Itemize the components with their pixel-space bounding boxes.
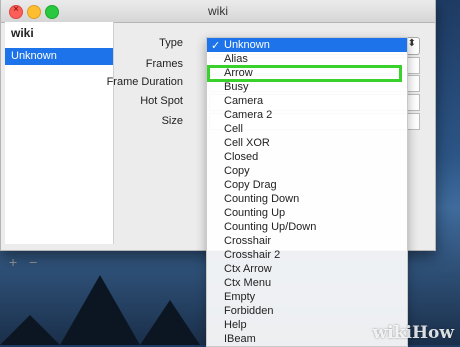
menu-item-label: Forbidden [224, 305, 274, 317]
hot-spot-label: Hot Spot [140, 95, 183, 107]
menu-item-label: Alias [224, 53, 248, 65]
add-button[interactable]: + [9, 254, 17, 270]
menu-item-camera-2[interactable]: Camera 2 [207, 108, 407, 122]
menu-item-unknown[interactable]: ✓ Unknown [207, 38, 407, 52]
menu-item-label: Cell [224, 123, 243, 135]
menu-item-label: Crosshair [224, 235, 272, 247]
menu-item-busy[interactable]: Busy [207, 80, 407, 94]
menu-item-copy[interactable]: Copy [207, 164, 407, 178]
window-title: wiki [208, 4, 228, 18]
menu-item-label: Empty [224, 291, 256, 303]
menu-item-label: Ctx Menu [224, 277, 272, 289]
menu-item-alias[interactable]: Alias [207, 52, 407, 66]
sidebar-footer: + − [9, 254, 45, 270]
menu-item-ctx-menu[interactable]: Ctx Menu [207, 276, 407, 290]
background-tree [140, 300, 200, 345]
menu-item-label: Cell XOR [224, 137, 270, 149]
menu-item-counting-up[interactable]: Counting Up [207, 206, 407, 220]
type-label: Type [159, 37, 183, 49]
menu-item-label: Ctx Arrow [224, 263, 272, 275]
menu-item-label: Busy [224, 81, 249, 93]
remove-button[interactable]: − [29, 254, 37, 270]
menu-item-label: Closed [224, 151, 259, 163]
arrow-highlight-box [207, 65, 402, 82]
frames-label: Frames [145, 58, 183, 70]
menu-item-label: Copy [224, 165, 250, 177]
menu-item-label: Unknown [224, 39, 270, 51]
menu-item-camera[interactable]: Camera [207, 94, 407, 108]
menu-item-label: Camera [224, 95, 264, 107]
menu-item-crosshair-2[interactable]: Crosshair 2 [207, 248, 407, 262]
sidebar-header: wiki [11, 26, 34, 40]
menu-item-crosshair[interactable]: Crosshair [207, 234, 407, 248]
menu-item-closed[interactable]: Closed [207, 150, 407, 164]
menu-item-label: Crosshair 2 [224, 249, 281, 261]
menu-item-label: Counting Up [224, 207, 286, 219]
wikihow-watermark: wikiHow [372, 323, 454, 343]
sidebar-item-label: Unknown [11, 50, 57, 62]
chevron-updown-icon: ⬍ [407, 38, 416, 49]
checkmark-icon: ✓ [211, 40, 221, 52]
size-label: Size [161, 115, 183, 127]
menu-item-label: Camera 2 [224, 109, 273, 121]
menu-item-label: Help [224, 319, 247, 331]
menu-item-empty[interactable]: Empty [207, 290, 407, 304]
type-dropdown-menu: ✓ Unknown Alias Arrow Busy Camera Camera… [206, 37, 408, 347]
menu-item-label: IBeam [224, 333, 256, 345]
sidebar-item-unknown[interactable]: Unknown [5, 48, 113, 65]
menu-item-cell[interactable]: Cell [207, 122, 407, 136]
menu-item-forbidden[interactable]: Forbidden [207, 304, 407, 318]
frame-duration-label: Frame Duration [106, 76, 183, 88]
menu-item-counting-down[interactable]: Counting Down [207, 192, 407, 206]
menu-item-label: Counting Down [224, 193, 300, 205]
menu-item-ctx-arrow[interactable]: Ctx Arrow [207, 262, 407, 276]
title-bar: × wiki [1, 0, 435, 23]
sidebar: wiki Unknown + − [5, 22, 114, 270]
menu-item-cell-xor[interactable]: Cell XOR [207, 136, 407, 150]
background-tree [60, 275, 140, 345]
menu-item-label: Copy Drag [224, 179, 277, 191]
menu-item-label: Counting Up/Down [224, 221, 317, 233]
menu-item-counting-up-down[interactable]: Counting Up/Down [207, 220, 407, 234]
menu-item-copy-drag[interactable]: Copy Drag [207, 178, 407, 192]
background-tree [0, 315, 60, 345]
